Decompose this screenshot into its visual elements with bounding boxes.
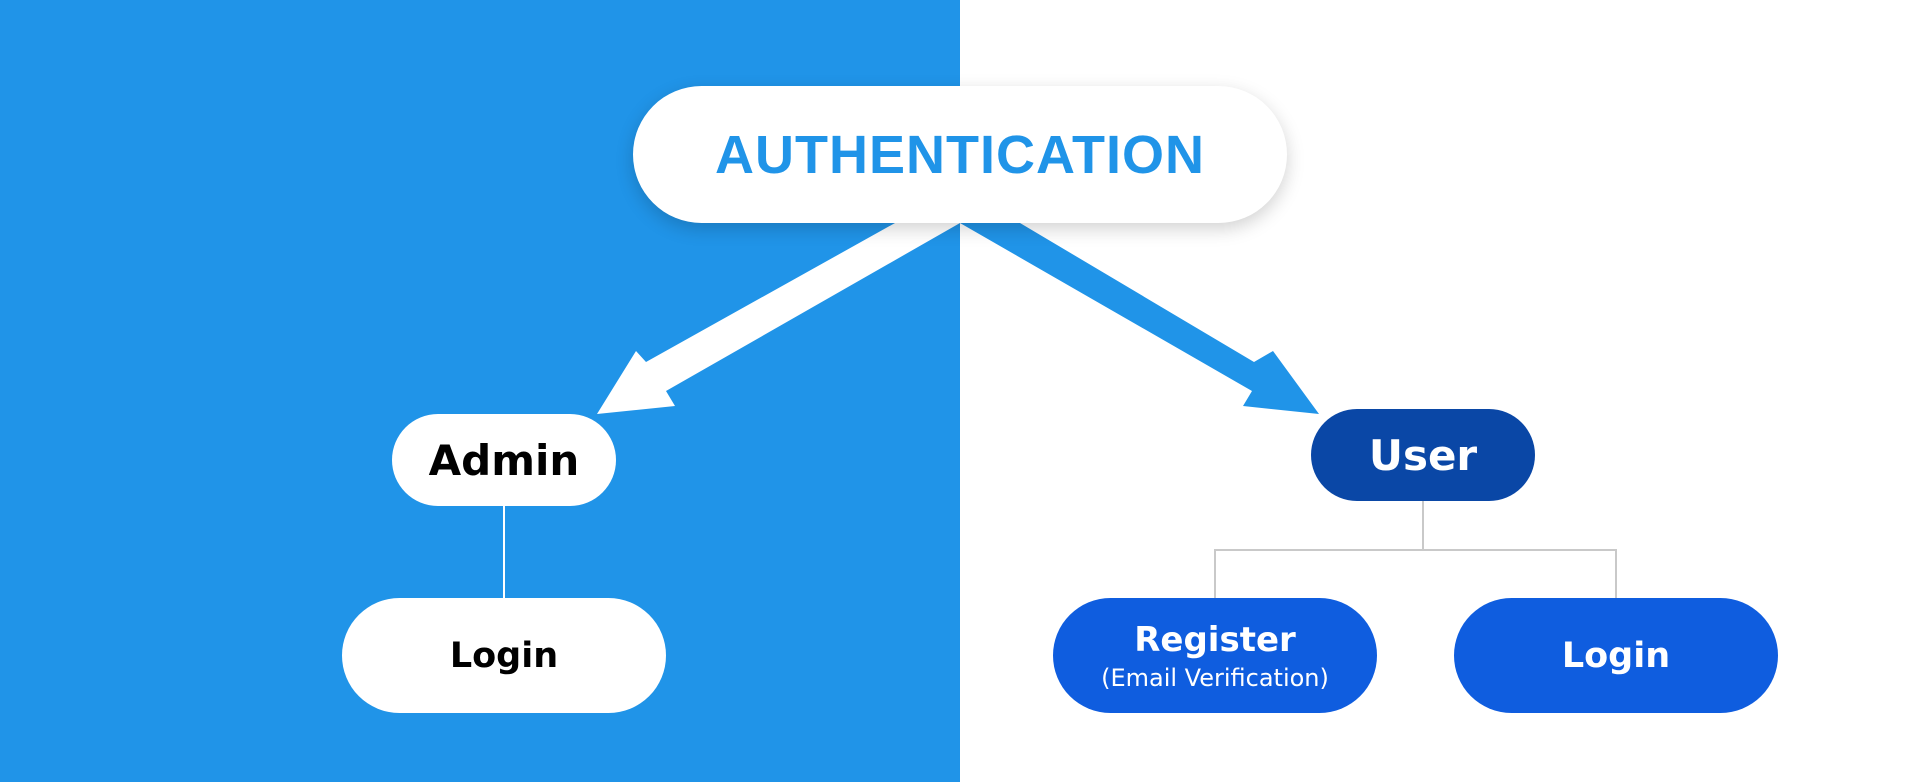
authentication-label: AUTHENTICATION [715, 124, 1205, 185]
register-sublabel: (Email Verification) [1101, 663, 1329, 692]
user-node: User [1311, 409, 1535, 501]
register-node: Register (Email Verification) [1053, 598, 1377, 713]
user-login-label: Login [1561, 635, 1671, 676]
arrow-to-admin [597, 223, 960, 414]
admin-login-label: Login [449, 635, 559, 676]
user-children-bracket [1214, 549, 1617, 598]
admin-label: Admin [428, 435, 580, 485]
admin-login-node: Login [342, 598, 666, 713]
arrow-to-user [960, 223, 1319, 414]
admin-node: Admin [392, 414, 616, 506]
user-label: User [1368, 430, 1478, 480]
register-label: Register [1134, 619, 1296, 660]
user-login-node: Login [1454, 598, 1778, 713]
authentication-node: AUTHENTICATION [633, 86, 1287, 223]
